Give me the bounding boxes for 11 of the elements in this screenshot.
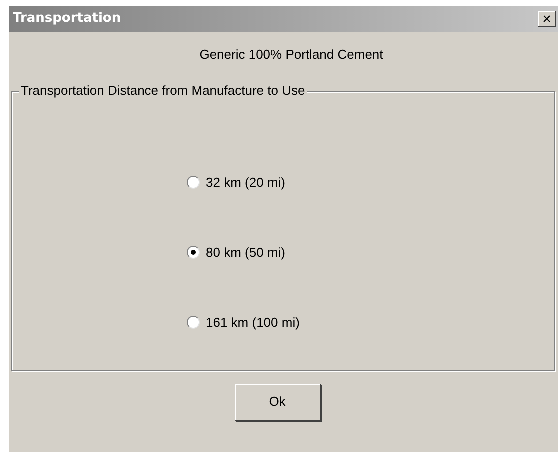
close-button[interactable]: × [538, 11, 556, 27]
option-label: 32 km (20 mi) [206, 174, 286, 192]
option-label: 161 km (100 mi) [206, 314, 300, 332]
ok-button[interactable]: Ok [234, 384, 320, 420]
option-label: 80 km (50 mi) [206, 244, 286, 262]
material-label: Generic 100% Portland Cement [200, 46, 384, 64]
radio-button[interactable] [187, 176, 200, 189]
radio-button[interactable] [187, 316, 200, 329]
radio-button[interactable] [187, 246, 200, 259]
group-label: Transportation Distance from Manufacture to Use [19, 82, 308, 98]
window-title: Transportation [13, 10, 122, 28]
